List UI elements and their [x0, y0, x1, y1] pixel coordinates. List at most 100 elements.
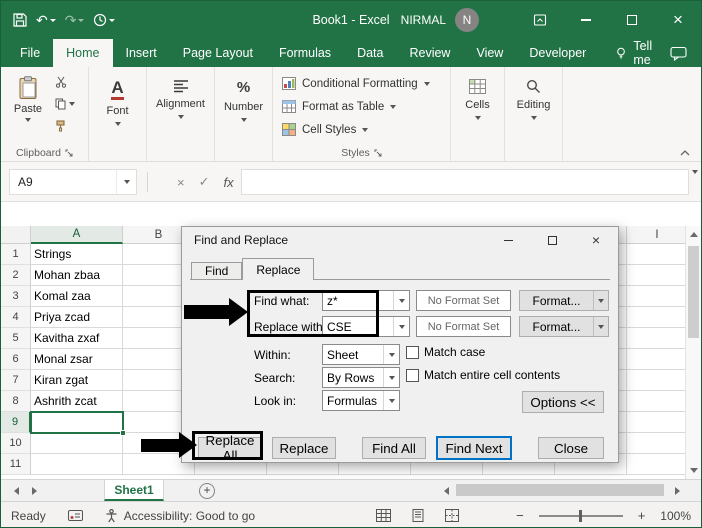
horizontal-scroll-thumb[interactable] — [456, 484, 664, 496]
normal-view-icon[interactable] — [376, 509, 392, 522]
formula-input[interactable] — [241, 169, 689, 195]
format-painter-button[interactable] — [55, 119, 66, 133]
row-header[interactable]: 8 — [1, 391, 31, 412]
fill-handle[interactable] — [120, 430, 126, 436]
tab-developer[interactable]: Developer — [516, 39, 599, 67]
redo-button[interactable]: ↷ — [65, 13, 85, 27]
row-header[interactable]: 2 — [1, 265, 31, 286]
match-case-checkbox[interactable]: Match case — [406, 345, 485, 359]
name-box[interactable]: A9 — [9, 169, 137, 195]
cell-a6[interactable]: Monal zsar — [31, 349, 123, 370]
account-area[interactable]: NIRMAL N — [401, 1, 479, 39]
accessibility-status[interactable]: Accessibility: Good to go — [105, 509, 255, 523]
tab-find[interactable]: Find — [191, 262, 243, 280]
copy-button[interactable] — [55, 97, 75, 111]
combo-dropdown-button[interactable] — [383, 368, 399, 387]
formula-bar-expand-button[interactable] — [692, 170, 698, 192]
column-header-a[interactable]: A — [31, 226, 123, 244]
zoom-slider-thumb[interactable] — [578, 509, 582, 522]
avatar[interactable]: N — [455, 8, 479, 32]
format-dropdown-button[interactable] — [593, 291, 608, 310]
zoom-slider[interactable] — [538, 509, 623, 522]
hscroll-left-button[interactable] — [438, 480, 454, 502]
row-header[interactable]: 7 — [1, 370, 31, 391]
cell-a2[interactable]: Mohan zbaa — [31, 265, 123, 286]
cell-a3[interactable]: Komal zaa — [31, 286, 123, 307]
cell-a7[interactable]: Kiran zgat — [31, 370, 123, 391]
comments-button[interactable] — [670, 39, 687, 67]
tab-insert[interactable]: Insert — [113, 39, 170, 67]
cut-button[interactable] — [55, 75, 67, 89]
editing-button[interactable]: Editing — [505, 67, 562, 161]
zoom-in-button[interactable]: + — [638, 508, 646, 523]
row-header[interactable]: 11 — [1, 454, 31, 475]
row-header-selected[interactable]: 9 — [1, 412, 31, 433]
save-icon[interactable] — [13, 13, 27, 27]
cancel-entry-button[interactable]: × — [177, 175, 185, 190]
match-entire-checkbox[interactable]: Match entire cell contents — [406, 368, 560, 382]
maximize-button[interactable] — [609, 1, 655, 39]
row-header[interactable]: 1 — [1, 244, 31, 265]
combo-dropdown-button[interactable] — [393, 291, 409, 310]
zoom-out-button[interactable]: − — [516, 508, 524, 523]
cell-styles-button[interactable]: Cell Styles — [273, 118, 450, 141]
replace-button[interactable]: Replace — [272, 437, 336, 459]
alignment-button[interactable]: Alignment — [147, 67, 214, 161]
name-box-dropdown[interactable] — [116, 170, 136, 194]
cell-a5[interactable]: Kavitha zxaf — [31, 328, 123, 349]
sheet-nav-next-button[interactable] — [25, 480, 43, 502]
close-dialog-button[interactable]: Close — [538, 437, 604, 459]
paste-button[interactable]: Paste — [6, 72, 50, 144]
collapse-ribbon-button[interactable] — [679, 149, 691, 157]
insert-function-button[interactable]: fx — [224, 175, 234, 190]
ribbon-display-options-button[interactable] — [517, 1, 563, 39]
combo-dropdown-button[interactable] — [383, 391, 399, 410]
format-as-table-button[interactable]: Format as Table — [273, 95, 450, 118]
vertical-scroll-thumb[interactable] — [688, 246, 699, 338]
sheet-nav-prev-button[interactable] — [7, 480, 25, 502]
find-format-button[interactable]: Format... — [519, 290, 609, 311]
font-button[interactable]: A Font — [89, 67, 146, 161]
row-header[interactable]: 5 — [1, 328, 31, 349]
sheet-tab-sheet1[interactable]: Sheet1 — [104, 480, 164, 501]
dialog-close-button[interactable]: × — [574, 227, 618, 253]
dialog-minimize-button[interactable] — [486, 227, 530, 253]
zoom-level[interactable]: 100% — [660, 509, 691, 523]
tab-review[interactable]: Review — [396, 39, 463, 67]
row-header[interactable]: 4 — [1, 307, 31, 328]
cells-button[interactable]: Cells — [451, 67, 504, 161]
page-layout-view-icon[interactable] — [411, 509, 425, 522]
cell-a11[interactable] — [31, 454, 123, 475]
tab-data[interactable]: Data — [344, 39, 396, 67]
add-sheet-button[interactable]: + — [199, 483, 215, 499]
confirm-entry-button[interactable]: ✓ — [199, 174, 210, 190]
dialog-maximize-button[interactable] — [530, 227, 574, 253]
tab-home[interactable]: Home — [53, 39, 113, 67]
format-dropdown-button[interactable] — [593, 317, 608, 336]
within-dropdown[interactable]: Sheet — [322, 344, 400, 365]
undo-button[interactable]: ↶ — [36, 13, 56, 27]
cell-a8[interactable]: Ashrith zcat — [31, 391, 123, 412]
scroll-down-button[interactable] — [686, 462, 701, 479]
conditional-formatting-button[interactable]: Conditional Formatting — [273, 72, 450, 95]
tab-view[interactable]: View — [463, 39, 516, 67]
find-all-button[interactable]: Find All — [362, 437, 426, 459]
combo-dropdown-button[interactable] — [383, 345, 399, 364]
close-button[interactable]: × — [655, 1, 701, 39]
dialog-launcher-icon[interactable] — [65, 149, 73, 157]
vertical-scrollbar[interactable] — [685, 226, 701, 479]
combo-dropdown-button[interactable] — [393, 317, 409, 336]
cell-a10[interactable] — [31, 433, 123, 454]
tab-page-layout[interactable]: Page Layout — [170, 39, 266, 67]
find-next-button[interactable]: Find Next — [436, 436, 512, 460]
page-break-view-icon[interactable] — [445, 509, 460, 522]
hscroll-right-button[interactable] — [669, 480, 685, 502]
column-header-i[interactable]: I — [627, 226, 687, 244]
replace-format-button[interactable]: Format... — [519, 316, 609, 337]
macro-record-button[interactable] — [67, 510, 83, 521]
row-header[interactable]: 6 — [1, 349, 31, 370]
look-in-dropdown[interactable]: Formulas — [322, 390, 400, 411]
row-header[interactable]: 3 — [1, 286, 31, 307]
tab-replace[interactable]: Replace — [242, 258, 315, 280]
search-dropdown[interactable]: By Rows — [322, 367, 400, 388]
